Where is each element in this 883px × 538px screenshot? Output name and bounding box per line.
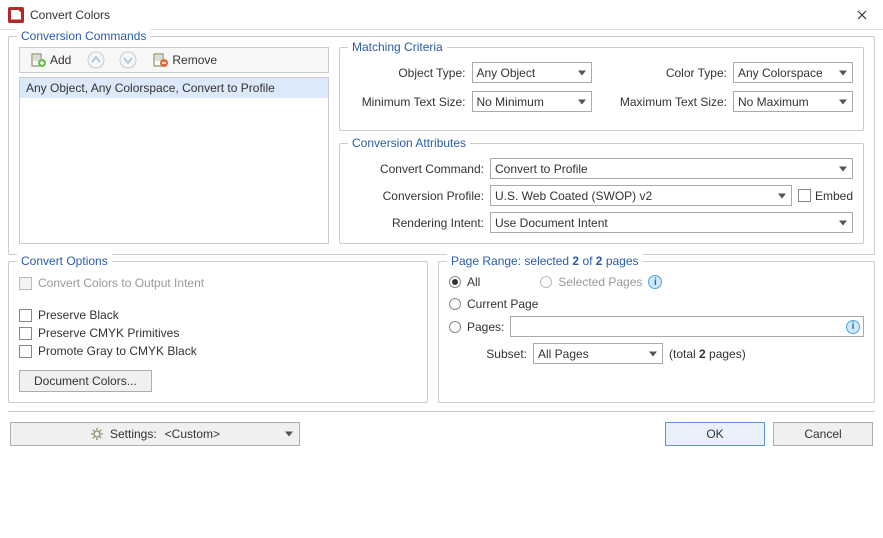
close-button[interactable] [841,0,883,30]
app-icon [8,7,24,23]
info-icon[interactable]: i [846,320,860,334]
convert-options-group: Convert Options Convert Colors to Output… [8,261,428,403]
rendering-intent-label: Rendering Intent: [350,216,490,230]
move-up-button[interactable] [82,48,110,72]
remove-button[interactable]: Remove [146,50,224,70]
conversion-profile-select[interactable]: U.S. Web Coated (SWOP) v2 [490,185,792,206]
object-type-select[interactable]: Any Object [472,62,592,83]
max-text-select[interactable]: No Maximum [733,91,853,112]
titlebar: Convert Colors [0,0,883,30]
convert-command-label: Convert Command: [350,162,490,176]
conversion-commands-legend: Conversion Commands [17,29,150,43]
object-type-label: Object Type: [350,66,466,80]
add-label: Add [50,53,71,67]
matching-criteria-group: Matching Criteria Object Type: Any Objec… [339,47,864,131]
page-range-group: Page Range: selected 2 of 2 pages All Se… [438,261,875,403]
close-icon [857,10,867,20]
min-text-label: Minimum Text Size: [350,95,466,109]
commands-toolbar: Add Remove [19,47,329,73]
document-colors-button[interactable]: Document Colors... [19,370,152,392]
add-button[interactable]: Add [24,50,78,70]
subset-select[interactable]: All Pages [533,343,663,364]
total-pages-text: (total 2 pages) [669,347,746,361]
list-item[interactable]: Any Object, Any Colorspace, Convert to P… [20,78,328,98]
conversion-attributes-legend: Conversion Attributes [348,136,470,150]
matching-criteria-legend: Matching Criteria [348,40,447,54]
remove-icon [153,53,169,67]
chevron-down-icon [119,51,137,69]
radio-selected-pages: Selected Pagesi [540,275,662,289]
embed-checkbox[interactable] [798,189,811,202]
max-text-label: Maximum Text Size: [612,95,728,109]
subset-label: Subset: [449,347,527,361]
settings-dropdown[interactable]: Settings: <Custom> [10,422,300,446]
add-icon [31,53,47,67]
convert-command-select[interactable]: Convert to Profile [490,158,853,179]
convert-options-legend: Convert Options [17,254,112,268]
move-down-button[interactable] [114,48,142,72]
promote-gray-checkbox[interactable]: Promote Gray to CMYK Black [19,344,417,358]
preserve-cmyk-checkbox[interactable]: Preserve CMYK Primitives [19,326,417,340]
chevron-up-icon [87,51,105,69]
radio-pages[interactable]: Pages: [449,320,504,334]
gear-icon [90,427,104,441]
settings-label: Settings: [110,427,157,441]
radio-all[interactable]: All [449,275,480,289]
conversion-attributes-group: Conversion Attributes Convert Command: C… [339,143,864,244]
commands-list[interactable]: Any Object, Any Colorspace, Convert to P… [19,77,329,244]
color-type-label: Color Type: [612,66,728,80]
cancel-button[interactable]: Cancel [773,422,873,446]
remove-label: Remove [172,53,217,67]
pages-input[interactable]: i [510,316,864,337]
radio-current-page[interactable]: Current Page [449,297,864,311]
page-range-legend: Page Range: selected 2 of 2 pages [447,254,643,268]
rendering-intent-select[interactable]: Use Document Intent [490,212,853,233]
conversion-commands-group: Conversion Commands Add Re [8,36,875,255]
conversion-profile-label: Conversion Profile: [350,189,490,203]
color-type-select[interactable]: Any Colorspace [733,62,853,83]
settings-value: <Custom> [165,427,220,441]
embed-label: Embed [815,189,853,203]
min-text-select[interactable]: No Minimum [472,91,592,112]
output-intent-checkbox: Convert Colors to Output Intent [19,276,417,290]
ok-button[interactable]: OK [665,422,765,446]
window-title: Convert Colors [30,8,841,22]
info-icon[interactable]: i [648,275,662,289]
preserve-black-checkbox[interactable]: Preserve Black [19,308,417,322]
